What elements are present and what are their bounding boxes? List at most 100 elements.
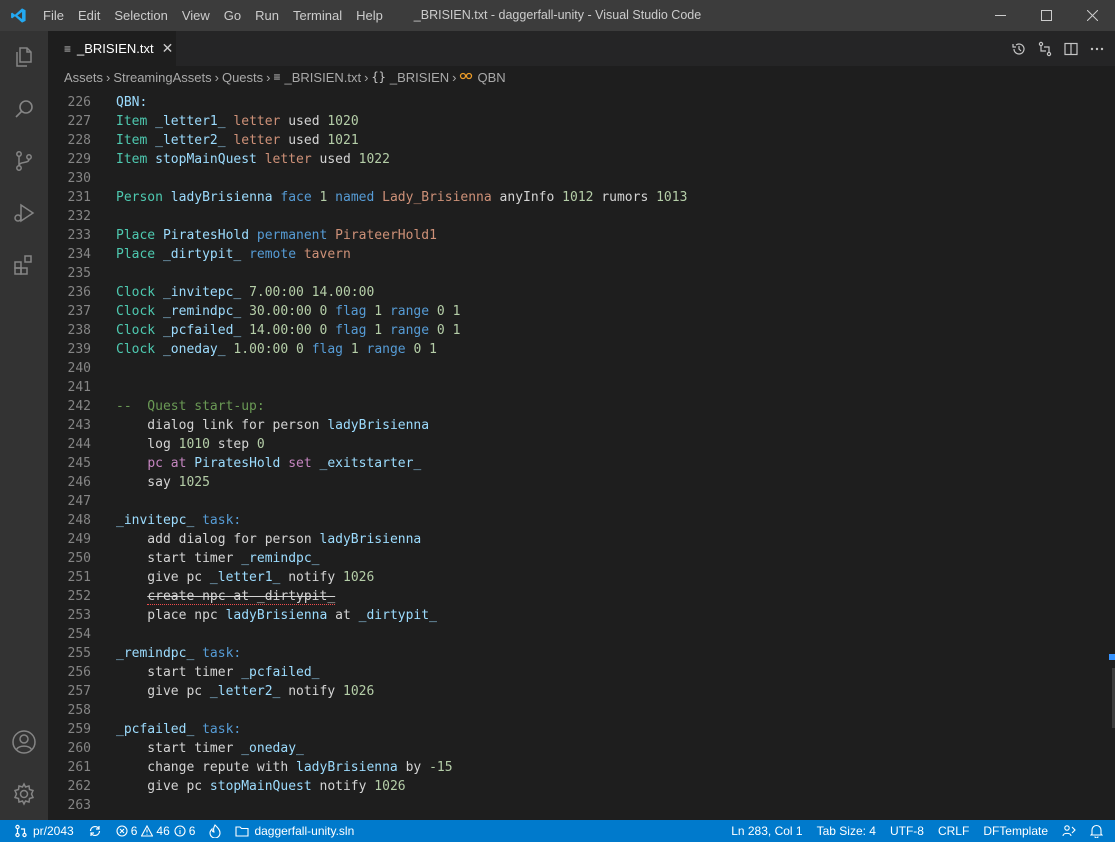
code-line[interactable]: 248 _invitepc_ task: [48, 511, 1098, 530]
search-icon[interactable] [0, 83, 48, 135]
code-line[interactable]: 234 Place _dirtypit_ remote tavern [48, 245, 1098, 264]
code-token: 14.00:00 0 [249, 323, 336, 338]
code-editor[interactable]: 226 QBN: 227 Item _letter1_ letter used 102… [48, 88, 1115, 820]
code-line[interactable]: 255 _remindpc_ task: [48, 644, 1098, 663]
maximize-button[interactable] [1023, 0, 1069, 31]
line-endings[interactable]: CRLF [931, 820, 976, 842]
code-line[interactable]: 239 Clock _oneday_ 1.00:00 0 flag 1 range… [48, 340, 1098, 359]
run-debug-icon[interactable] [0, 187, 48, 239]
code-token: ladyBrisienna [170, 190, 281, 205]
code-line[interactable]: 262 give pc stopMainQuest notify 1026 [48, 777, 1098, 796]
manage-gear-icon[interactable] [0, 768, 48, 820]
notifications-button[interactable] [1083, 820, 1115, 842]
breadcrumb-file[interactable]: _BRISIEN.txt [285, 70, 362, 85]
line-text: QBN: [116, 93, 147, 112]
menu-terminal[interactable]: Terminal [286, 0, 349, 31]
minimize-button[interactable] [977, 0, 1023, 31]
encoding[interactable]: UTF-8 [883, 820, 931, 842]
code-line[interactable]: 247 [48, 492, 1098, 511]
line-text: Item stopMainQuest letter used 1022 [116, 150, 390, 169]
menu-file[interactable]: File [36, 0, 71, 31]
menu-selection[interactable]: Selection [107, 0, 174, 31]
code-line[interactable]: 258 [48, 701, 1098, 720]
code-line[interactable]: 231 Person ladyBrisienna face 1 named Lad… [48, 188, 1098, 207]
close-window-button[interactable] [1069, 0, 1115, 31]
menu-go[interactable]: Go [217, 0, 248, 31]
tab-size[interactable]: Tab Size: 4 [810, 820, 883, 842]
line-text: _pcfailed_ task: [116, 720, 241, 739]
code-line[interactable]: 252 create npc at _dirtypit_ [48, 587, 1098, 606]
code-line[interactable]: 246 say 1025 [48, 473, 1098, 492]
sync-button[interactable] [81, 820, 109, 842]
live-share-button[interactable] [1055, 820, 1083, 842]
source-control-icon[interactable] [0, 135, 48, 187]
code-line[interactable]: 241 [48, 378, 1098, 397]
code-line[interactable]: 256 start timer _pcfailed_ [48, 663, 1098, 682]
code-line[interactable]: 245 pc at PiratesHold set _exitstarter_ [48, 454, 1098, 473]
code-line[interactable]: 242 -- Quest start-up: [48, 397, 1098, 416]
code-line[interactable]: 233 Place PiratesHold permanent PirateerH… [48, 226, 1098, 245]
code-line[interactable]: 227 Item _letter1_ letter used 1020 [48, 112, 1098, 131]
menu-help[interactable]: Help [349, 0, 390, 31]
timeline-history-icon[interactable] [1009, 39, 1029, 59]
code-token: _pcfailed_ [162, 323, 250, 338]
accounts-icon[interactable] [0, 716, 48, 768]
tab-close-icon[interactable]: ✕ [162, 40, 174, 57]
code-token: give pc [116, 684, 210, 699]
code-line[interactable]: 253 place npc ladyBrisienna at _dirtypit… [48, 606, 1098, 625]
line-number: 247 [67, 494, 91, 509]
code-token: tavern [303, 247, 351, 262]
code-line[interactable]: 263 [48, 796, 1098, 815]
breadcrumb-streamingassets[interactable]: StreamingAssets [113, 70, 211, 85]
line-text: Clock _invitepc_ 7.00:00 14.00:00 [116, 283, 374, 302]
code-line[interactable]: 236 Clock _invitepc_ 7.00:00 14.00:00 [48, 283, 1098, 302]
code-token: 7.00:00 14.00:00 [249, 285, 375, 300]
code-line[interactable]: 226 QBN: [48, 93, 1098, 112]
explorer-icon[interactable] [0, 31, 48, 83]
code-line[interactable]: 251 give pc _letter1_ notify 1026 [48, 568, 1098, 587]
extensions-icon[interactable] [0, 239, 48, 291]
editor-scrollbar[interactable] [1101, 88, 1115, 820]
code-line[interactable]: 257 give pc _letter2_ notify 1026 [48, 682, 1098, 701]
code-line[interactable]: 237 Clock _remindpc_ 30.00:00 0 flag 1 ra… [48, 302, 1098, 321]
tab-brisien[interactable]: ≡ _BRISIEN.txt ✕ [48, 31, 176, 66]
breadcrumb-quests[interactable]: Quests [222, 70, 263, 85]
solution-indicator[interactable]: daggerfall-unity.sln [228, 820, 361, 842]
breadcrumb-assets[interactable]: Assets [64, 70, 103, 85]
cursor-position[interactable]: Ln 283, Col 1 [724, 820, 809, 842]
code-line[interactable]: 229 Item stopMainQuest letter used 1022 [48, 150, 1098, 169]
branch-indicator[interactable]: pr/2043 [0, 820, 81, 842]
split-editor-icon[interactable] [1061, 39, 1081, 59]
code-line[interactable]: 240 [48, 359, 1098, 378]
menu-run[interactable]: Run [248, 0, 286, 31]
code-line[interactable]: 238 Clock _pcfailed_ 14.00:00 0 flag 1 ra… [48, 321, 1098, 340]
code-line[interactable]: 260 start timer _oneday_ [48, 739, 1098, 758]
code-line[interactable]: 230 [48, 169, 1098, 188]
line-number: 245 [67, 456, 91, 471]
breadcrumb-qbn[interactable]: QBN [477, 70, 505, 85]
code-token: _pcfailed_ [241, 665, 320, 680]
code-token: PiratesHold [162, 228, 257, 243]
breadcrumb-symbol[interactable]: _BRISIEN [390, 70, 449, 85]
code-line[interactable]: 235 [48, 264, 1098, 283]
menu-edit[interactable]: Edit [71, 0, 107, 31]
menu-view[interactable]: View [175, 0, 217, 31]
code-line[interactable]: 228 Item _letter2_ letter used 1021 [48, 131, 1098, 150]
line-number: 231 [67, 190, 91, 205]
problems-indicator[interactable]: 6 46 6 [109, 820, 203, 842]
branch-label: pr/2043 [33, 824, 74, 838]
code-line[interactable]: 259 _pcfailed_ task: [48, 720, 1098, 739]
code-line[interactable]: 250 start timer _remindpc_ [48, 549, 1098, 568]
code-line[interactable]: 244 log 1010 step 0 [48, 435, 1098, 454]
code-line[interactable]: 243 dialog link for person ladyBrisienna [48, 416, 1098, 435]
line-text: give pc _letter1_ notify 1026 [116, 568, 374, 587]
code-line[interactable]: 232 [48, 207, 1098, 226]
flame-button[interactable] [202, 820, 228, 842]
more-actions-icon[interactable] [1087, 39, 1107, 59]
code-line[interactable]: 254 [48, 625, 1098, 644]
code-line[interactable]: 249 add dialog for person ladyBrisienna [48, 530, 1098, 549]
code-line[interactable]: 261 change repute with ladyBrisienna by … [48, 758, 1098, 777]
open-changes-icon[interactable] [1035, 39, 1055, 59]
language-mode[interactable]: DFTemplate [976, 820, 1055, 842]
